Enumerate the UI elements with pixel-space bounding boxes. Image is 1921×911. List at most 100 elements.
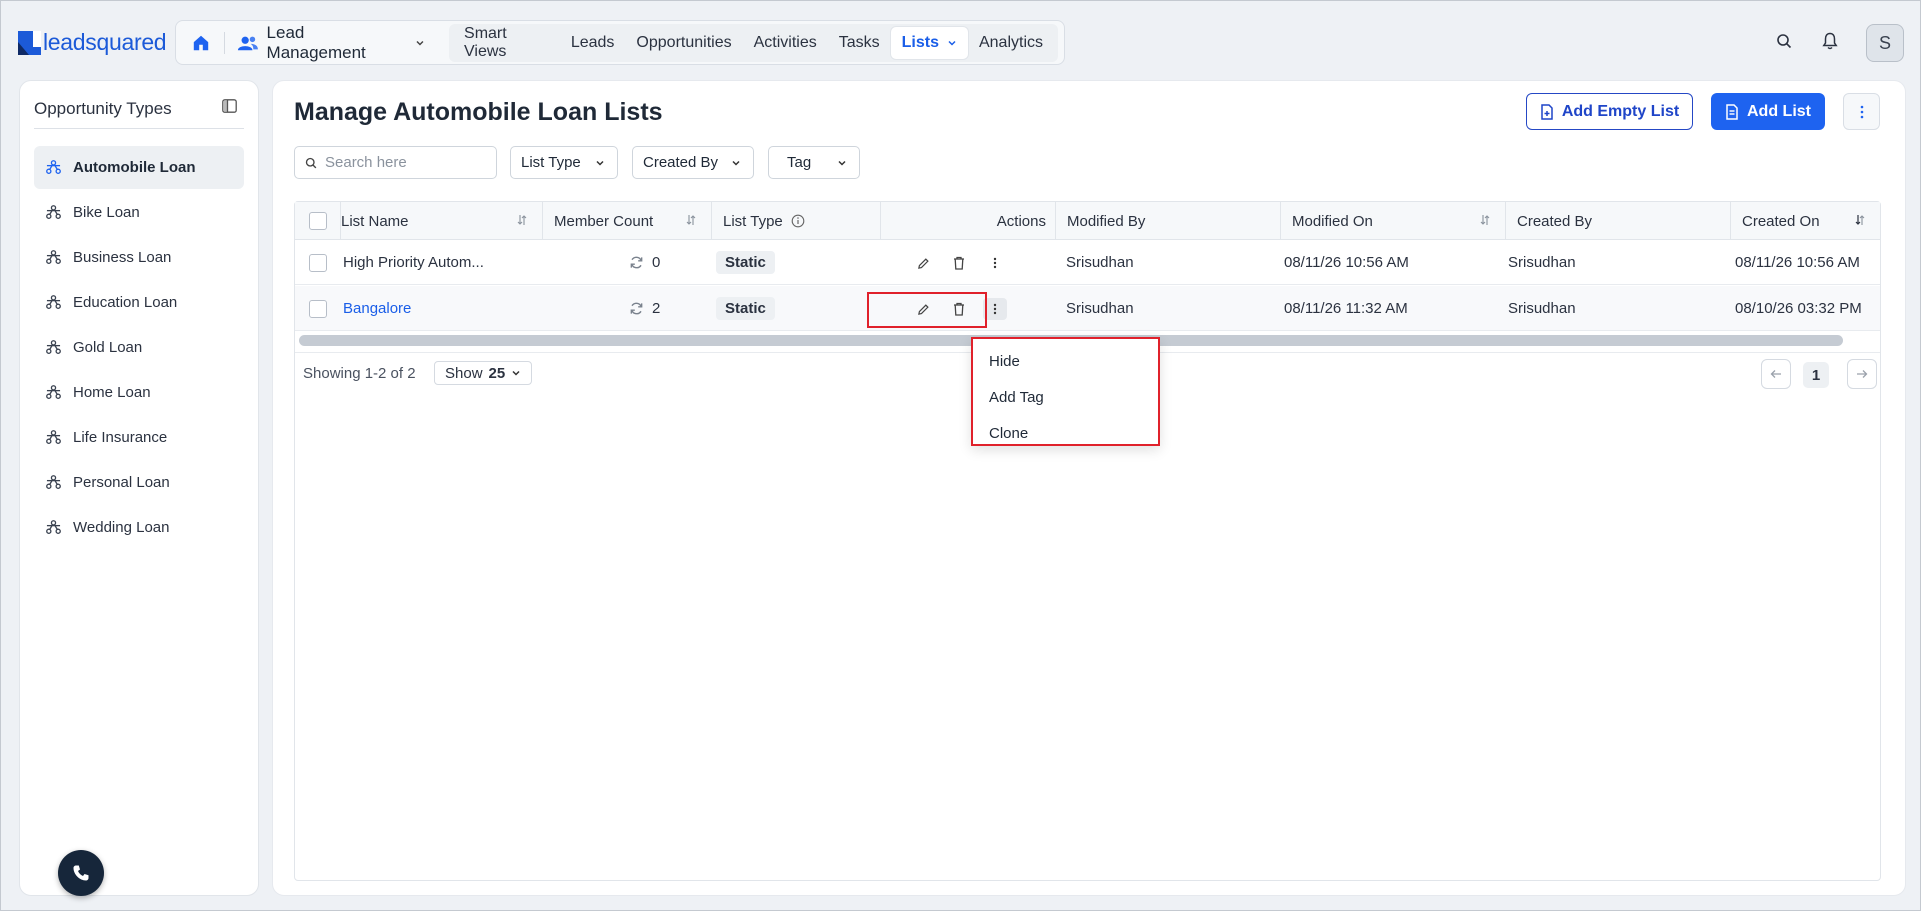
created-on-cell: 08/11/26 10:56 AM [1735, 254, 1860, 271]
page-title: Manage Automobile Loan Lists [294, 98, 663, 126]
refresh-icon[interactable] [629, 301, 644, 316]
refresh-icon[interactable] [629, 255, 644, 270]
next-page-button[interactable] [1847, 359, 1877, 389]
search-input[interactable] [325, 154, 485, 171]
row-checkbox[interactable] [309, 299, 327, 318]
edit-button[interactable] [913, 253, 933, 273]
opportunity-type-icon [46, 295, 61, 309]
collapse-sidebar-button[interactable] [222, 99, 240, 117]
table-row[interactable]: Bangalore 2 Static Srisudhan 08/11/26 11… [295, 286, 1880, 331]
sidebar-item-home-loan[interactable]: Home Loan [34, 371, 244, 414]
delete-button[interactable] [949, 299, 969, 319]
created-on-cell: 08/10/26 03:32 PM [1735, 300, 1862, 317]
row-checkbox[interactable] [309, 253, 327, 272]
user-avatar[interactable]: S [1866, 24, 1904, 62]
tag-filter-label: Tag [787, 154, 812, 171]
list-name-link[interactable]: Bangalore [343, 286, 411, 331]
sidebar-item-label: Bike Loan [73, 204, 140, 221]
col-member-count-label: Member Count [554, 212, 654, 230]
search-button[interactable] [1771, 28, 1797, 54]
sidebar-item-label: Personal Loan [73, 474, 170, 491]
sidebar-item-gold-loan[interactable]: Gold Loan [34, 326, 244, 369]
col-list-type: List Type [712, 202, 881, 240]
col-modified-by[interactable]: Modified By [1056, 202, 1281, 240]
list-type-filter[interactable]: List Type [510, 146, 618, 179]
sidebar-list: Automobile Loan Bike Loan Business Loan … [34, 146, 244, 551]
col-modified-on[interactable]: Modified On [1281, 202, 1506, 240]
row-more-button[interactable] [983, 298, 1007, 320]
sort-icon [686, 215, 696, 225]
sidebar-item-life-insurance[interactable]: Life Insurance [34, 416, 244, 459]
member-count-cell: 0 [629, 240, 660, 285]
tag-filter[interactable]: Tag [768, 146, 860, 179]
menu-item-add-tag[interactable]: Add Tag [973, 379, 1158, 415]
more-options-button[interactable] [1843, 93, 1880, 130]
modified-by-cell: Srisudhan [1066, 254, 1134, 271]
nav-analytics[interactable]: Analytics [968, 27, 1054, 59]
previous-page-button[interactable] [1761, 359, 1791, 389]
add-list-button[interactable]: Add List [1711, 93, 1825, 130]
logo-mark-icon [18, 30, 41, 55]
nav-leads[interactable]: Leads [560, 27, 626, 59]
main-nav: Lead Management Smart Views Leads Opport… [175, 20, 1065, 65]
search-icon [1777, 34, 1792, 49]
notifications-button[interactable] [1817, 28, 1843, 54]
col-member-count[interactable]: Member Count [543, 202, 712, 240]
chevron-down-icon [512, 370, 520, 376]
sidebar-title: Opportunity Types [34, 99, 172, 118]
modified-by-cell: Srisudhan [1066, 300, 1134, 317]
col-created-by[interactable]: Created By [1506, 202, 1731, 240]
sidebar-item-label: Business Loan [73, 249, 172, 266]
member-count-value: 0 [652, 254, 661, 271]
search-box[interactable] [294, 146, 497, 179]
col-created-on[interactable]: Created On [1731, 202, 1880, 240]
col-list-name[interactable]: List Name [341, 202, 543, 240]
add-empty-list-button[interactable]: Add Empty List [1526, 93, 1693, 130]
list-name-cell[interactable]: High Priority Autom... [343, 240, 484, 285]
module-switcher[interactable]: Lead Management [233, 23, 435, 62]
col-list-name-label: List Name [341, 212, 409, 230]
sidebar-item-label: Gold Loan [73, 339, 143, 356]
sidebar-item-personal-loan[interactable]: Personal Loan [34, 461, 244, 504]
row-more-button[interactable] [985, 253, 1005, 273]
list-type-cell: Static [716, 286, 775, 331]
delete-button[interactable] [949, 253, 969, 273]
nav-smart-views[interactable]: Smart Views [453, 25, 560, 60]
home-button[interactable] [184, 26, 218, 60]
modified-on-cell: 08/11/26 10:56 AM [1284, 254, 1409, 271]
table-row[interactable]: High Priority Autom... 0 Static Srisudha… [295, 240, 1880, 285]
call-button[interactable] [58, 850, 104, 896]
menu-item-clone[interactable]: Clone [973, 415, 1158, 451]
menu-item-hide[interactable]: Hide [973, 343, 1158, 379]
col-actions-label: Actions [996, 212, 1046, 230]
col-actions: Actions [881, 202, 1056, 240]
table-header: List Name Member Count List Type Actions… [295, 202, 1880, 240]
nav-lists[interactable]: Lists [890, 26, 968, 59]
member-count-value: 2 [652, 300, 661, 317]
list-type-badge: Static [716, 297, 775, 320]
sidebar-item-automobile-loan[interactable]: Automobile Loan [34, 146, 244, 189]
current-page[interactable]: 1 [1803, 362, 1829, 388]
main-panel: Manage Automobile Loan Lists Add Empty L… [272, 80, 1906, 896]
chevron-down-icon [596, 160, 604, 166]
nav-opportunities[interactable]: Opportunities [625, 27, 742, 59]
page-size-select[interactable]: Show 25 [434, 361, 533, 385]
sidebar-item-business-loan[interactable]: Business Loan [34, 236, 244, 279]
opportunity-type-icon [46, 340, 61, 354]
col-modified-by-label: Modified By [1067, 212, 1146, 230]
sidebar-item-education-loan[interactable]: Education Loan [34, 281, 244, 324]
nav-divider [223, 31, 225, 54]
info-icon[interactable] [791, 214, 805, 228]
opportunity-type-icon [46, 160, 61, 174]
brand-logo[interactable]: leadsquared [18, 29, 167, 56]
sidebar-item-label: Education Loan [73, 294, 178, 311]
opportunity-type-icon [46, 475, 61, 489]
kebab-menu-icon [993, 257, 997, 269]
created-by-filter[interactable]: Created By [632, 146, 754, 179]
edit-button[interactable] [913, 299, 933, 319]
sidebar-item-wedding-loan[interactable]: Wedding Loan [34, 506, 244, 549]
sidebar-item-bike-loan[interactable]: Bike Loan [34, 191, 244, 234]
select-all-checkbox[interactable] [308, 212, 327, 230]
nav-activities[interactable]: Activities [743, 27, 828, 59]
nav-tasks[interactable]: Tasks [828, 27, 891, 59]
